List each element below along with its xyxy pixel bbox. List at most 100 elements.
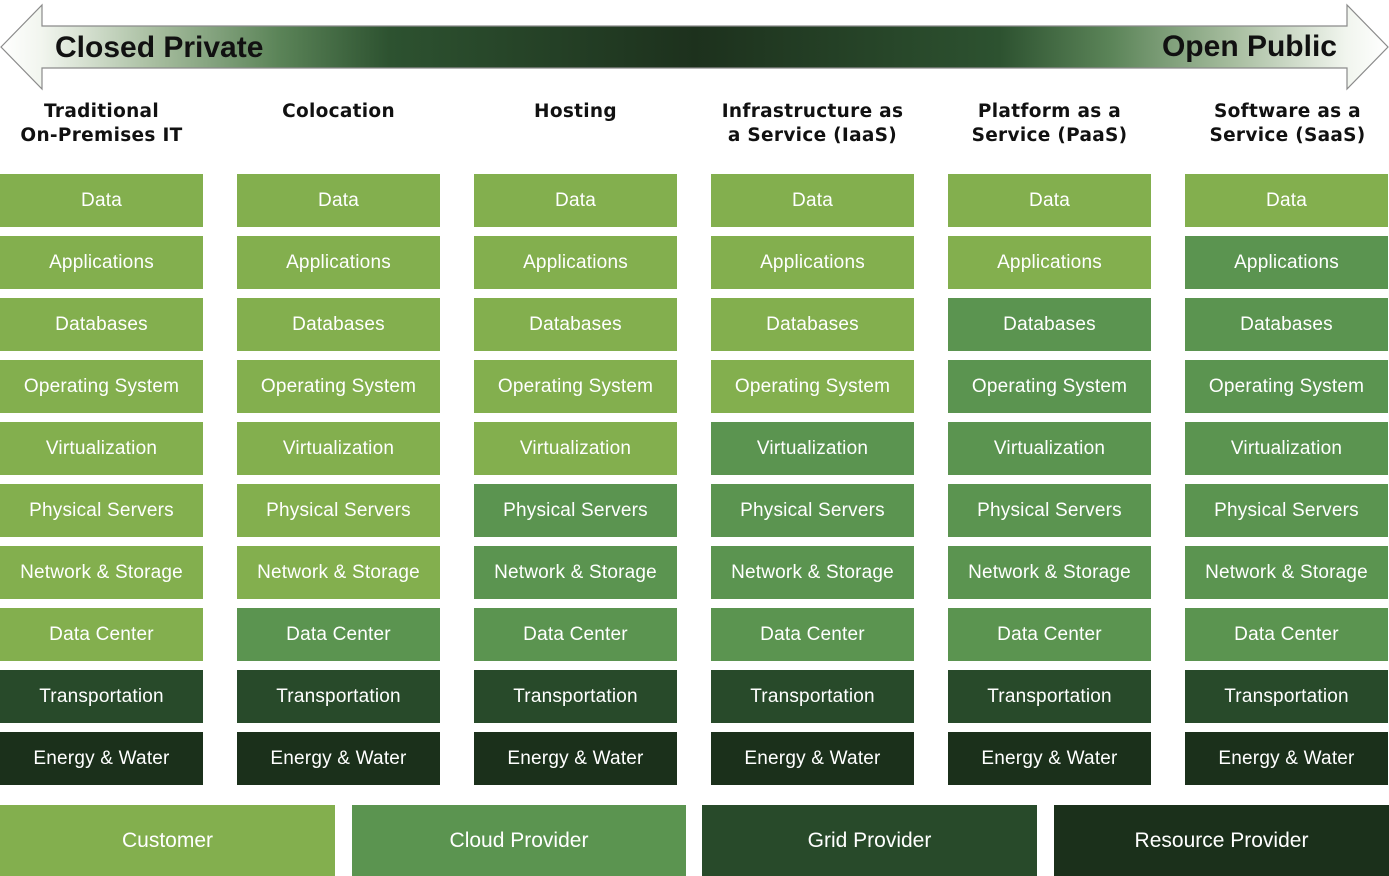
layer-label: Virtualization <box>756 437 869 459</box>
layer-label: Operating System <box>734 375 891 397</box>
column-header-saas: Software as a Service (SaaS) <box>1209 101 1366 146</box>
layer-label: Data Center <box>49 623 154 645</box>
layer-virtualization: Virtualization <box>0 422 203 475</box>
layer-label: Transportation <box>1224 685 1349 707</box>
layer-physical-servers: Physical Servers <box>948 484 1151 537</box>
layer-label: Virtualization <box>519 437 632 459</box>
layer-label: Data <box>555 189 596 211</box>
layer-label: Transportation <box>276 685 401 707</box>
layer-label: Transportation <box>513 685 638 707</box>
column-header-paas: Platform as a Service (PaaS) <box>971 101 1128 146</box>
layer-data: Data <box>948 174 1151 227</box>
layer-network-storage: Network & Storage <box>1185 546 1388 599</box>
layer-network-storage: Network & Storage <box>948 546 1151 599</box>
layer-physical-servers: Physical Servers <box>237 484 440 537</box>
layer-label: Data <box>1266 189 1307 211</box>
layer-data-center: Data Center <box>237 608 440 661</box>
layer-label: Network & Storage <box>257 561 420 583</box>
layer-operating-system: Operating System <box>711 360 914 413</box>
layer-label: Physical Servers <box>1214 499 1359 521</box>
layer-network-storage: Network & Storage <box>711 546 914 599</box>
layer-network-storage: Network & Storage <box>0 546 203 599</box>
layer-physical-servers: Physical Servers <box>1185 484 1388 537</box>
legend-label: Resource Provider <box>1134 828 1309 852</box>
layer-data: Data <box>1185 174 1388 227</box>
legend-resource-provider: Resource Provider <box>1054 805 1389 876</box>
layer-network-storage: Network & Storage <box>237 546 440 599</box>
layer-transportation: Transportation <box>711 670 914 723</box>
column-header-traditional-on-premises: Traditional On-Premises IT <box>20 101 183 146</box>
layer-label: Operating System <box>497 375 654 397</box>
column-header-colocation: Colocation <box>282 101 395 122</box>
layer-label: Databases <box>1003 313 1096 335</box>
layer-network-storage: Network & Storage <box>474 546 677 599</box>
layer-physical-servers: Physical Servers <box>474 484 677 537</box>
layer-label: Virtualization <box>45 437 158 459</box>
layer-data-center: Data Center <box>711 608 914 661</box>
layer-energy-water: Energy & Water <box>948 732 1151 785</box>
layer-label: Energy & Water <box>33 747 170 769</box>
layer-label: Databases <box>55 313 148 335</box>
layer-label: Virtualization <box>1230 437 1343 459</box>
layer-applications: Applications <box>948 236 1151 289</box>
layer-physical-servers: Physical Servers <box>711 484 914 537</box>
layer-label: Virtualization <box>282 437 395 459</box>
layer-label: Transportation <box>39 685 164 707</box>
layer-data-center: Data Center <box>1185 608 1388 661</box>
layer-label: Databases <box>1240 313 1333 335</box>
layer-energy-water: Energy & Water <box>237 732 440 785</box>
layer-label: Virtualization <box>993 437 1106 459</box>
layer-operating-system: Operating System <box>474 360 677 413</box>
layer-label: Databases <box>766 313 859 335</box>
layer-label: Physical Servers <box>266 499 411 521</box>
layer-label: Physical Servers <box>29 499 174 521</box>
legend-grid-provider: Grid Provider <box>702 805 1037 876</box>
layer-applications: Applications <box>237 236 440 289</box>
layer-label: Operating System <box>971 375 1128 397</box>
layer-transportation: Transportation <box>948 670 1151 723</box>
closed-private-label: Closed Private <box>55 31 264 64</box>
layer-label: Network & Storage <box>968 561 1131 583</box>
column-header-hosting: Hosting <box>534 101 617 122</box>
layer-label: Applications <box>523 251 628 273</box>
layer-label: Data <box>318 189 359 211</box>
layer-label: Data Center <box>523 623 628 645</box>
layer-data: Data <box>474 174 677 227</box>
legend-cloud-provider: Cloud Provider <box>352 805 686 876</box>
layer-label: Physical Servers <box>977 499 1122 521</box>
layer-transportation: Transportation <box>474 670 677 723</box>
column-header-iaas: Infrastructure as a Service (IaaS) <box>721 101 904 146</box>
layer-label: Physical Servers <box>740 499 885 521</box>
layer-applications: Applications <box>711 236 914 289</box>
layer-label: Network & Storage <box>494 561 657 583</box>
layer-label: Data Center <box>760 623 865 645</box>
layer-energy-water: Energy & Water <box>474 732 677 785</box>
legend-customer: Customer <box>0 805 335 876</box>
layer-databases: Databases <box>1185 298 1388 351</box>
layer-databases: Databases <box>237 298 440 351</box>
layer-transportation: Transportation <box>1185 670 1388 723</box>
layer-applications: Applications <box>474 236 677 289</box>
layer-label: Transportation <box>987 685 1112 707</box>
layer-label: Transportation <box>750 685 875 707</box>
layer-data-center: Data Center <box>948 608 1151 661</box>
layer-label: Databases <box>529 313 622 335</box>
layer-label: Data Center <box>997 623 1102 645</box>
layer-databases: Databases <box>711 298 914 351</box>
layer-virtualization: Virtualization <box>1185 422 1388 475</box>
layer-label: Operating System <box>260 375 417 397</box>
layer-applications: Applications <box>1185 236 1388 289</box>
layer-label: Energy & Water <box>270 747 407 769</box>
layer-databases: Databases <box>474 298 677 351</box>
layer-label: Data Center <box>1234 623 1339 645</box>
layer-label: Network & Storage <box>731 561 894 583</box>
layer-label: Applications <box>997 251 1102 273</box>
layer-label: Energy & Water <box>507 747 644 769</box>
layer-label: Applications <box>1234 251 1339 273</box>
layer-databases: Databases <box>0 298 203 351</box>
layer-virtualization: Virtualization <box>474 422 677 475</box>
layer-operating-system: Operating System <box>1185 360 1388 413</box>
layer-transportation: Transportation <box>237 670 440 723</box>
legend-label: Grid Provider <box>807 828 932 852</box>
layer-label: Data <box>1029 189 1070 211</box>
